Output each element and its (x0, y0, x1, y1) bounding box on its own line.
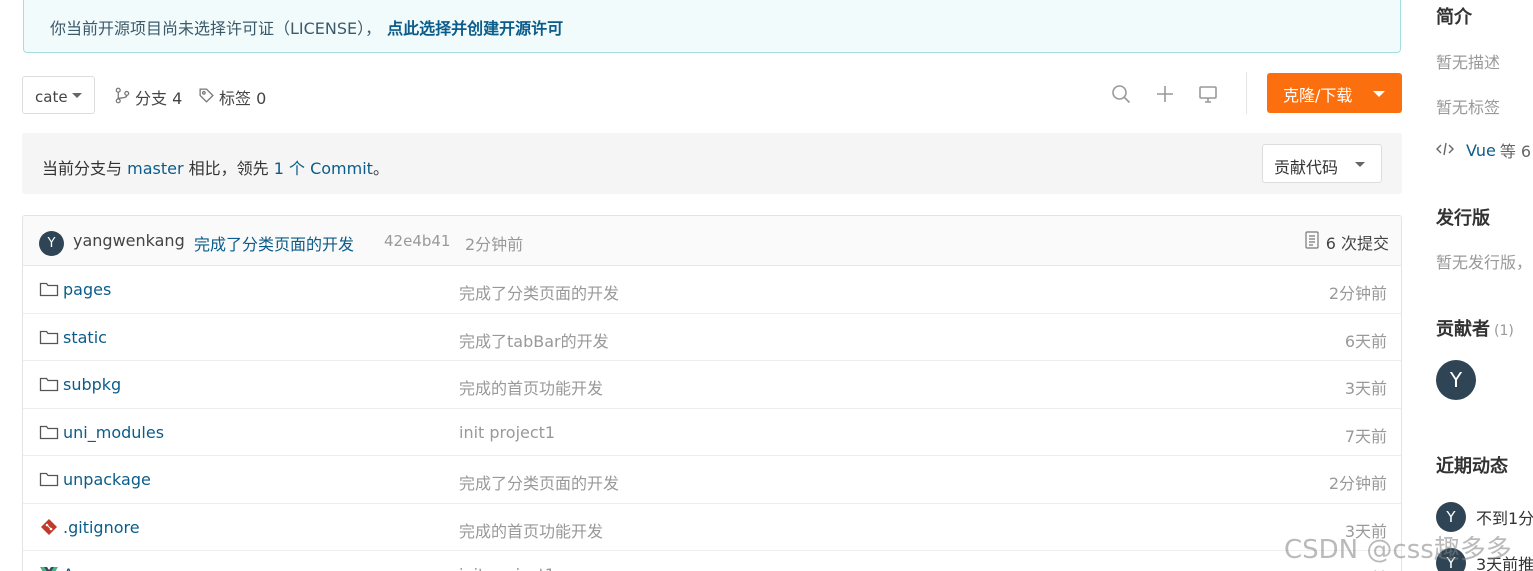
folder-icon (39, 375, 59, 393)
compare-commit-link[interactable]: 1 个 Commit (274, 159, 373, 178)
branches-label: 分支 4 (135, 89, 183, 108)
description-text: 暂无描述 (1436, 53, 1501, 72)
chevron-down-icon (1355, 162, 1365, 167)
compare-suffix: 。 (372, 159, 389, 178)
commit-message[interactable]: 完成了分类页面的开发 (194, 231, 354, 255)
clone-download-button[interactable]: 克隆/下载 (1267, 73, 1402, 113)
activity-text: 不到1分 (1476, 509, 1533, 528)
file-commit-time: 2分钟前 (1328, 474, 1387, 493)
commit-count-label: 6 次提交 (1325, 234, 1389, 253)
compare-middle: 相比，领先 (188, 159, 269, 178)
license-notice: 你当前开源项目尚未选择许可证（LICENSE）， 点此选择并创建开源许可 (23, 0, 1401, 53)
file-name[interactable]: static (63, 328, 107, 347)
branch-icon (114, 87, 131, 108)
table-row[interactable]: unpackage 完成了分类页面的开发 2分钟前 (23, 456, 1401, 504)
file-table: Y yangwenkang 完成了分类页面的开发 42e4b41 2分钟前 6 … (22, 215, 1402, 571)
table-row[interactable]: subpkg 完成的首页功能开发 3天前 (23, 361, 1401, 409)
branches-link[interactable]: 分支 4 (114, 85, 182, 109)
document-icon (1304, 231, 1320, 253)
table-row[interactable]: A...init project17天前 (23, 551, 1401, 571)
branch-select[interactable]: cate (22, 76, 95, 114)
contributors-title: 贡献者 (1) (1436, 315, 1514, 341)
watermark: CSDN @css趣多多 (1284, 535, 1512, 565)
intro-title: 简介 (1436, 7, 1472, 28)
folder-icon (39, 423, 59, 441)
contributors-count: (1) (1494, 323, 1514, 339)
file-name[interactable]: A... (63, 565, 89, 571)
file-name[interactable]: pages (63, 280, 111, 299)
branch-select-value: cate (35, 88, 68, 106)
chevron-down-icon (1373, 91, 1385, 97)
tag-icon (198, 87, 215, 108)
file-commit-message[interactable]: 完成了分类页面的开发 (459, 280, 619, 304)
avatar: Y (1436, 502, 1466, 532)
file-commit-message[interactable]: init project1 (459, 565, 555, 571)
plus-icon[interactable] (1154, 83, 1176, 105)
contributors-label: 贡献者 (1436, 319, 1490, 340)
contribute-button[interactable]: 贡献代码 (1262, 144, 1382, 183)
file-name[interactable]: .gitignore (63, 518, 140, 537)
folder-icon (39, 470, 59, 488)
table-row[interactable]: static 完成了tabBar的开发 6天前 (23, 314, 1401, 361)
contributor-avatar[interactable]: Y (1436, 360, 1476, 400)
folder-icon (39, 328, 59, 346)
file-commit-message[interactable]: 完成了分类页面的开发 (459, 470, 619, 494)
clone-download-label: 克隆/下载 (1283, 86, 1353, 105)
file-commit-time: 3天前 (1344, 379, 1387, 398)
file-commit-message[interactable]: 完成的首页功能开发 (459, 518, 603, 542)
file-commit-message[interactable]: init project1 (459, 423, 555, 442)
file-commit-message[interactable]: 完成了tabBar的开发 (459, 328, 609, 352)
activity-item[interactable]: Y 不到1分 (1436, 502, 1533, 532)
file-commit-time: 7天前 (1344, 426, 1387, 446)
tags-text: 暂无标签 (1436, 98, 1501, 117)
branch-compare-bar: 当前分支与 master 相比，领先 1 个 Commit。 贡献代码 (22, 133, 1402, 194)
compare-branch-link[interactable]: master (127, 159, 183, 178)
commit-hash[interactable]: 42e4b41 (384, 232, 450, 250)
file-commit-message[interactable]: 完成的首页功能开发 (459, 375, 603, 399)
language-more: 等 6 (1499, 142, 1532, 161)
contribute-label: 贡献代码 (1274, 158, 1339, 177)
search-icon[interactable] (1110, 83, 1132, 105)
avatar[interactable]: Y (39, 231, 64, 256)
table-row[interactable]: pages 完成了分类页面的开发 2分钟前 (23, 266, 1401, 314)
activity-title: 近期动态 (1436, 456, 1508, 477)
folder-icon (39, 280, 59, 298)
repo-sidebar: 简介 暂无描述 暂无标签 Vue 等 6 发行版 暂无发行版， 贡献者 (1) Y… (1436, 0, 1533, 571)
monitor-icon[interactable] (1197, 83, 1219, 105)
create-license-link[interactable]: 点此选择并创建开源许可 (387, 19, 563, 38)
language-row[interactable]: Vue 等 6 (1436, 138, 1531, 162)
code-icon (1436, 141, 1454, 160)
table-row[interactable]: uni_modules init project1 7天前 (23, 409, 1401, 456)
repo-toolbar: cate 分支 4 标签 0 克隆/下载 (22, 72, 1402, 116)
last-commit-header: Y yangwenkang 完成了分类页面的开发 42e4b41 2分钟前 6 … (23, 216, 1401, 266)
license-notice-text: 你当前开源项目尚未选择许可证（LICENSE）， (50, 19, 382, 38)
file-commit-time: 2分钟前 (1328, 284, 1387, 303)
commit-author[interactable]: yangwenkang (73, 231, 185, 250)
git-icon (39, 518, 59, 536)
vue-icon (39, 565, 59, 571)
release-text: 暂无发行版， (1436, 253, 1533, 272)
tags-label: 标签 0 (219, 89, 267, 108)
release-title: 发行版 (1436, 208, 1490, 229)
commit-count-link[interactable]: 6 次提交 (1304, 230, 1389, 254)
commit-time: 2分钟前 (465, 235, 524, 254)
toolbar-divider (1246, 72, 1247, 114)
file-commit-time: 6天前 (1344, 331, 1387, 351)
compare-prefix: 当前分支与 (42, 159, 123, 178)
file-name[interactable]: uni_modules (63, 423, 164, 442)
file-name[interactable]: subpkg (63, 375, 121, 394)
language-name: Vue (1466, 140, 1496, 160)
table-row[interactable]: .gitignore 完成的首页功能开发 3天前 (23, 504, 1401, 551)
file-name[interactable]: unpackage (63, 470, 151, 489)
tags-link[interactable]: 标签 0 (198, 85, 266, 109)
chevron-down-icon (72, 93, 82, 98)
